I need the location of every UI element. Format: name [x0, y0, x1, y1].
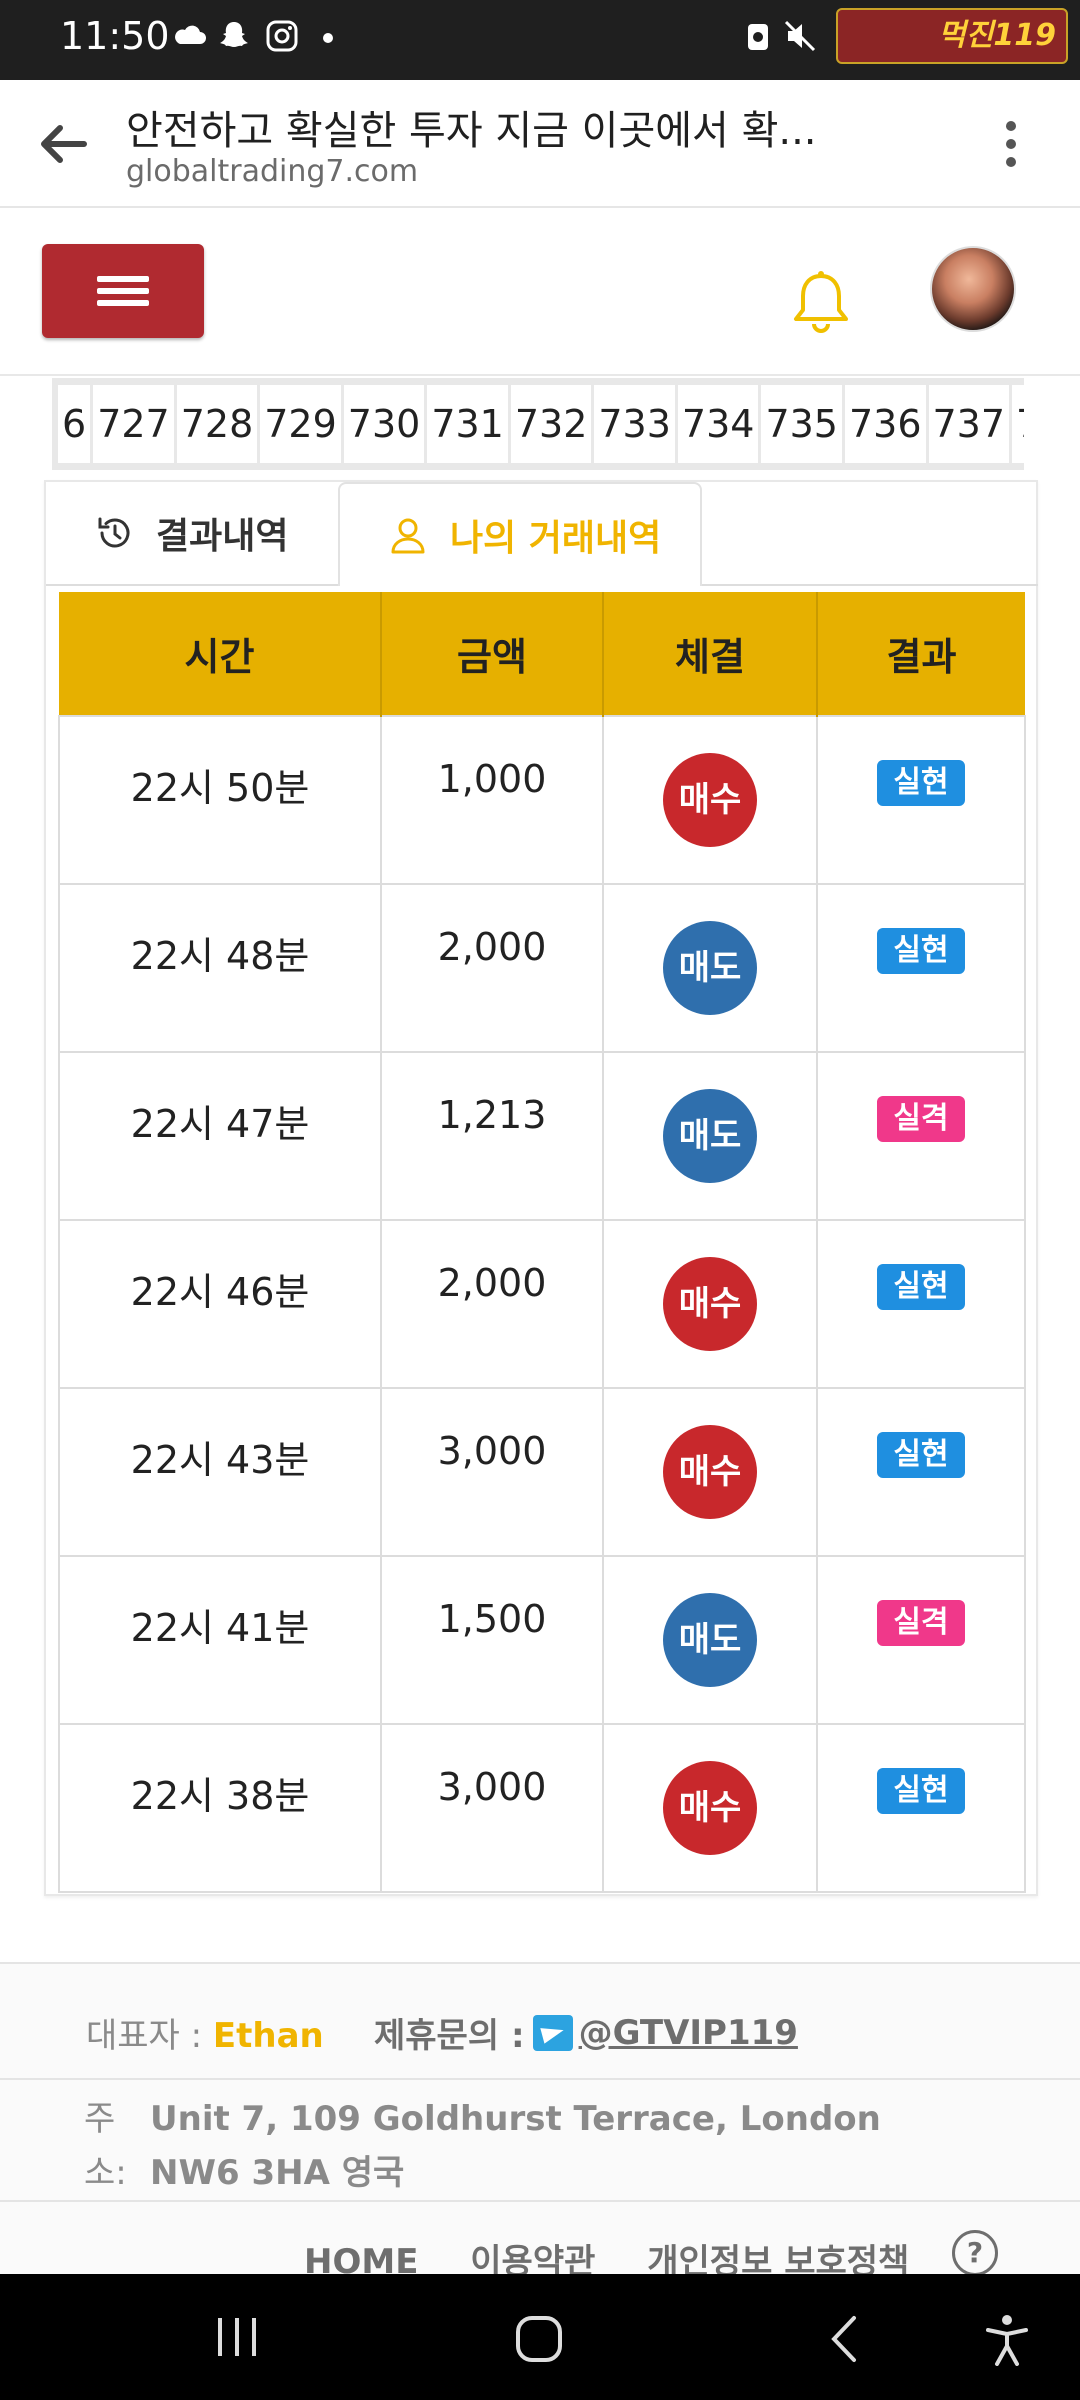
result-badge: 실현 — [877, 1264, 965, 1310]
table-row: 22시 48분 2,000 매도 실현 — [58, 883, 1026, 1053]
column-header-trade: 체결 — [603, 592, 818, 716]
telegram-link[interactable]: @GTVIP119 — [579, 2013, 798, 2053]
trade-type-badge: 매수 — [663, 1761, 757, 1855]
trade-amount: 1,213 — [380, 1051, 604, 1221]
result-badge: 실현 — [877, 1768, 965, 1814]
result-badge: 실현 — [877, 760, 965, 806]
site-footer: 대표자 : Ethan 제휴문의 : @GTVIP119 주소: Unit 7,… — [0, 1962, 1080, 2282]
ceo-name: Ethan — [212, 2016, 324, 2056]
trade-amount: 1,500 — [380, 1555, 604, 1725]
round-number[interactable]: 737 — [928, 385, 1010, 463]
round-number[interactable]: 732 — [510, 385, 592, 463]
dot-icon — [323, 33, 333, 43]
trade-table: 시간 금액 체결 결과 22시 50분 1,000 매수 실현 22시 48분 … — [58, 592, 1026, 1893]
ceo-info: 대표자 : Ethan — [86, 2008, 324, 2057]
round-number[interactable]: 6 — [58, 385, 91, 463]
system-navigation-bar — [0, 2274, 1080, 2400]
table-row: 22시 46분 2,000 매수 실현 — [58, 1219, 1026, 1389]
status-time: 11:50 — [60, 14, 170, 58]
tab-my-trades[interactable]: 나의 거래내역 — [338, 482, 702, 586]
table-row: 22시 47분 1,213 매도 실격 — [58, 1051, 1026, 1221]
contact-info: 제휴문의 : @GTVIP119 — [374, 2008, 798, 2057]
tab-results-label: 결과내역 — [156, 516, 289, 557]
table-header-row: 시간 금액 체결 결과 — [59, 592, 1025, 716]
trade-type-badge: 매도 — [663, 1593, 757, 1687]
address-label: 주소: — [84, 2099, 127, 2193]
trade-time: 22시 46분 — [58, 1219, 382, 1389]
round-number[interactable]: 738 — [1012, 385, 1024, 463]
trade-amount: 1,000 — [380, 715, 604, 885]
app-header — [0, 208, 1080, 376]
home-icon[interactable] — [514, 2314, 564, 2364]
round-number[interactable]: 730 — [343, 385, 425, 463]
round-number[interactable]: 729 — [260, 385, 341, 463]
more-options-icon[interactable] — [996, 116, 1026, 172]
trade-type-badge: 매수 — [663, 753, 757, 847]
browser-address-bar: 안전하고 확실한 투자 지금 이곳에서 확... globaltrading7.… — [0, 80, 1080, 208]
screen: 11:50 먹진119 안전하고 확실한 투자 지금 이곳에서 확... glo… — [0, 0, 1080, 2400]
result-badge: 실현 — [877, 1432, 965, 1478]
trade-amount: 2,000 — [380, 883, 604, 1053]
trade-type-badge: 매도 — [663, 921, 757, 1015]
column-header-result: 결과 — [817, 592, 1025, 716]
trade-time: 22시 43분 — [58, 1387, 382, 1557]
trade-amount: 2,000 — [380, 1219, 604, 1389]
back-icon[interactable] — [826, 2314, 862, 2364]
accessibility-icon[interactable] — [984, 2314, 1030, 2366]
result-badge: 실격 — [877, 1096, 965, 1142]
round-number[interactable]: 734 — [677, 385, 759, 463]
table-row: 22시 50분 1,000 매수 실현 — [58, 715, 1026, 885]
result-badge: 실격 — [877, 1600, 965, 1646]
back-arrow-icon[interactable] — [36, 116, 92, 172]
bell-icon[interactable] — [790, 270, 852, 336]
status-bar: 11:50 먹진119 — [0, 0, 1080, 80]
trade-history-card: 결과내역 나의 거래내역 시간 금액 체결 결과 22시 50분 1,000 매… — [44, 480, 1038, 1896]
round-number[interactable]: 733 — [594, 385, 675, 463]
column-header-time: 시간 — [59, 592, 382, 716]
trade-time: 22시 47분 — [58, 1051, 382, 1221]
trade-time: 22시 50분 — [58, 715, 382, 885]
user-icon — [391, 518, 425, 554]
hamburger-menu-button[interactable] — [42, 244, 204, 338]
snapchat-icon — [220, 22, 248, 47]
table-row: 22시 41분 1,500 매도 실격 — [58, 1555, 1026, 1725]
page-title: 안전하고 확실한 투자 지금 이곳에서 확... — [126, 108, 817, 154]
instagram-icon — [266, 20, 298, 52]
recent-apps-icon[interactable] — [212, 2314, 262, 2360]
trade-amount: 3,000 — [380, 1387, 604, 1557]
address: Unit 7, 109 Goldhurst Terrace, London NW… — [150, 2099, 881, 2193]
table-row: 22시 43분 3,000 매수 실현 — [58, 1387, 1026, 1557]
mute-icon — [784, 20, 816, 52]
trade-type-badge: 매수 — [663, 1425, 757, 1519]
round-number[interactable]: 728 — [176, 385, 258, 463]
round-number[interactable]: 731 — [427, 385, 508, 463]
contact-label: 제휴문의 : — [374, 2016, 525, 2056]
round-number[interactable]: 736 — [844, 385, 926, 463]
help-icon[interactable]: ? — [952, 2230, 998, 2276]
ceo-label: 대표자 : — [86, 2016, 213, 2056]
round-number[interactable]: 735 — [761, 385, 842, 463]
tab-results[interactable]: 결과내역 — [46, 482, 338, 586]
tab-my-trades-label: 나의 거래내역 — [450, 518, 662, 559]
trade-time: 22시 48분 — [58, 883, 382, 1053]
cloud-icon — [175, 25, 206, 44]
watermark-logo: 먹진119 — [836, 8, 1068, 64]
avatar[interactable] — [930, 246, 1016, 332]
trade-time: 22시 41분 — [58, 1555, 382, 1725]
result-badge: 실현 — [877, 928, 965, 974]
history-icon — [98, 517, 130, 548]
telegram-icon — [532, 2014, 573, 2051]
round-number[interactable]: 727 — [93, 385, 174, 463]
column-header-amount: 금액 — [381, 592, 604, 716]
round-number-strip: 6 727 728 729 730 731 732 733 734 735 73… — [52, 378, 1024, 470]
trade-type-badge: 매도 — [663, 1089, 757, 1183]
table-row: 22시 38분 3,000 매수 실현 — [58, 1723, 1026, 1893]
page-url[interactable]: globaltrading7.com — [126, 154, 418, 189]
alarm-icon — [748, 24, 768, 50]
trade-time: 22시 38분 — [58, 1723, 382, 1893]
trade-type-badge: 매수 — [663, 1257, 757, 1351]
trade-amount: 3,000 — [380, 1723, 604, 1893]
